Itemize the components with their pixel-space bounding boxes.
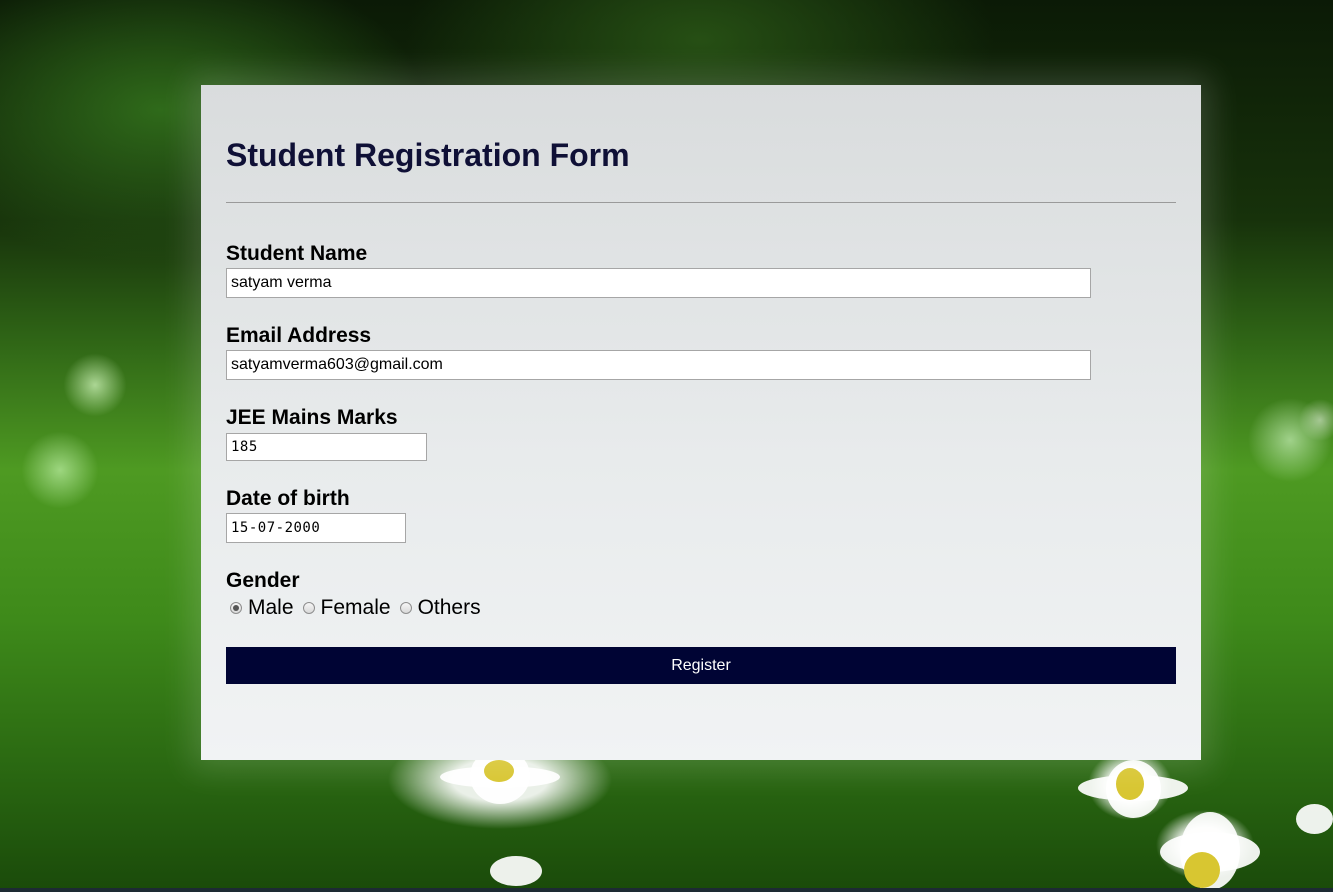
daisy-flower — [1296, 798, 1333, 842]
daisy-flower — [490, 848, 542, 892]
gender-option-label: Female — [320, 596, 391, 619]
gender-option-label: Others — [417, 596, 481, 619]
date-of-birth-input[interactable] — [226, 513, 406, 543]
daisy-flower — [1160, 812, 1260, 892]
daisy-flower — [1078, 760, 1188, 820]
student-name-input[interactable] — [226, 268, 1091, 298]
radio-button-others[interactable] — [399, 602, 412, 614]
gender-option-male[interactable]: Male — [230, 596, 294, 620]
gender-option-others[interactable]: Others — [399, 596, 481, 620]
jee-marks-label: JEE Mains Marks — [226, 406, 398, 429]
form-title: Student Registration Form — [226, 137, 630, 173]
gender-option-label: Male — [248, 596, 294, 619]
register-button[interactable]: Register — [226, 647, 1176, 684]
radio-button-male[interactable] — [230, 602, 242, 614]
registration-form-panel: Student Registration Form Student Name E… — [201, 85, 1201, 760]
gender-radio-group: Male Female Others — [230, 595, 490, 621]
jee-marks-input[interactable] — [226, 433, 427, 461]
gender-option-female[interactable]: Female — [302, 596, 391, 620]
student-name-label: Student Name — [226, 242, 368, 265]
gender-label: Gender — [226, 569, 300, 592]
email-address-input[interactable] — [226, 350, 1091, 380]
title-divider — [226, 202, 1176, 203]
bottom-edge-strip — [0, 888, 1333, 892]
date-of-birth-label: Date of birth — [226, 487, 350, 510]
email-address-label: Email Address — [226, 324, 372, 347]
radio-button-female[interactable] — [302, 602, 315, 614]
